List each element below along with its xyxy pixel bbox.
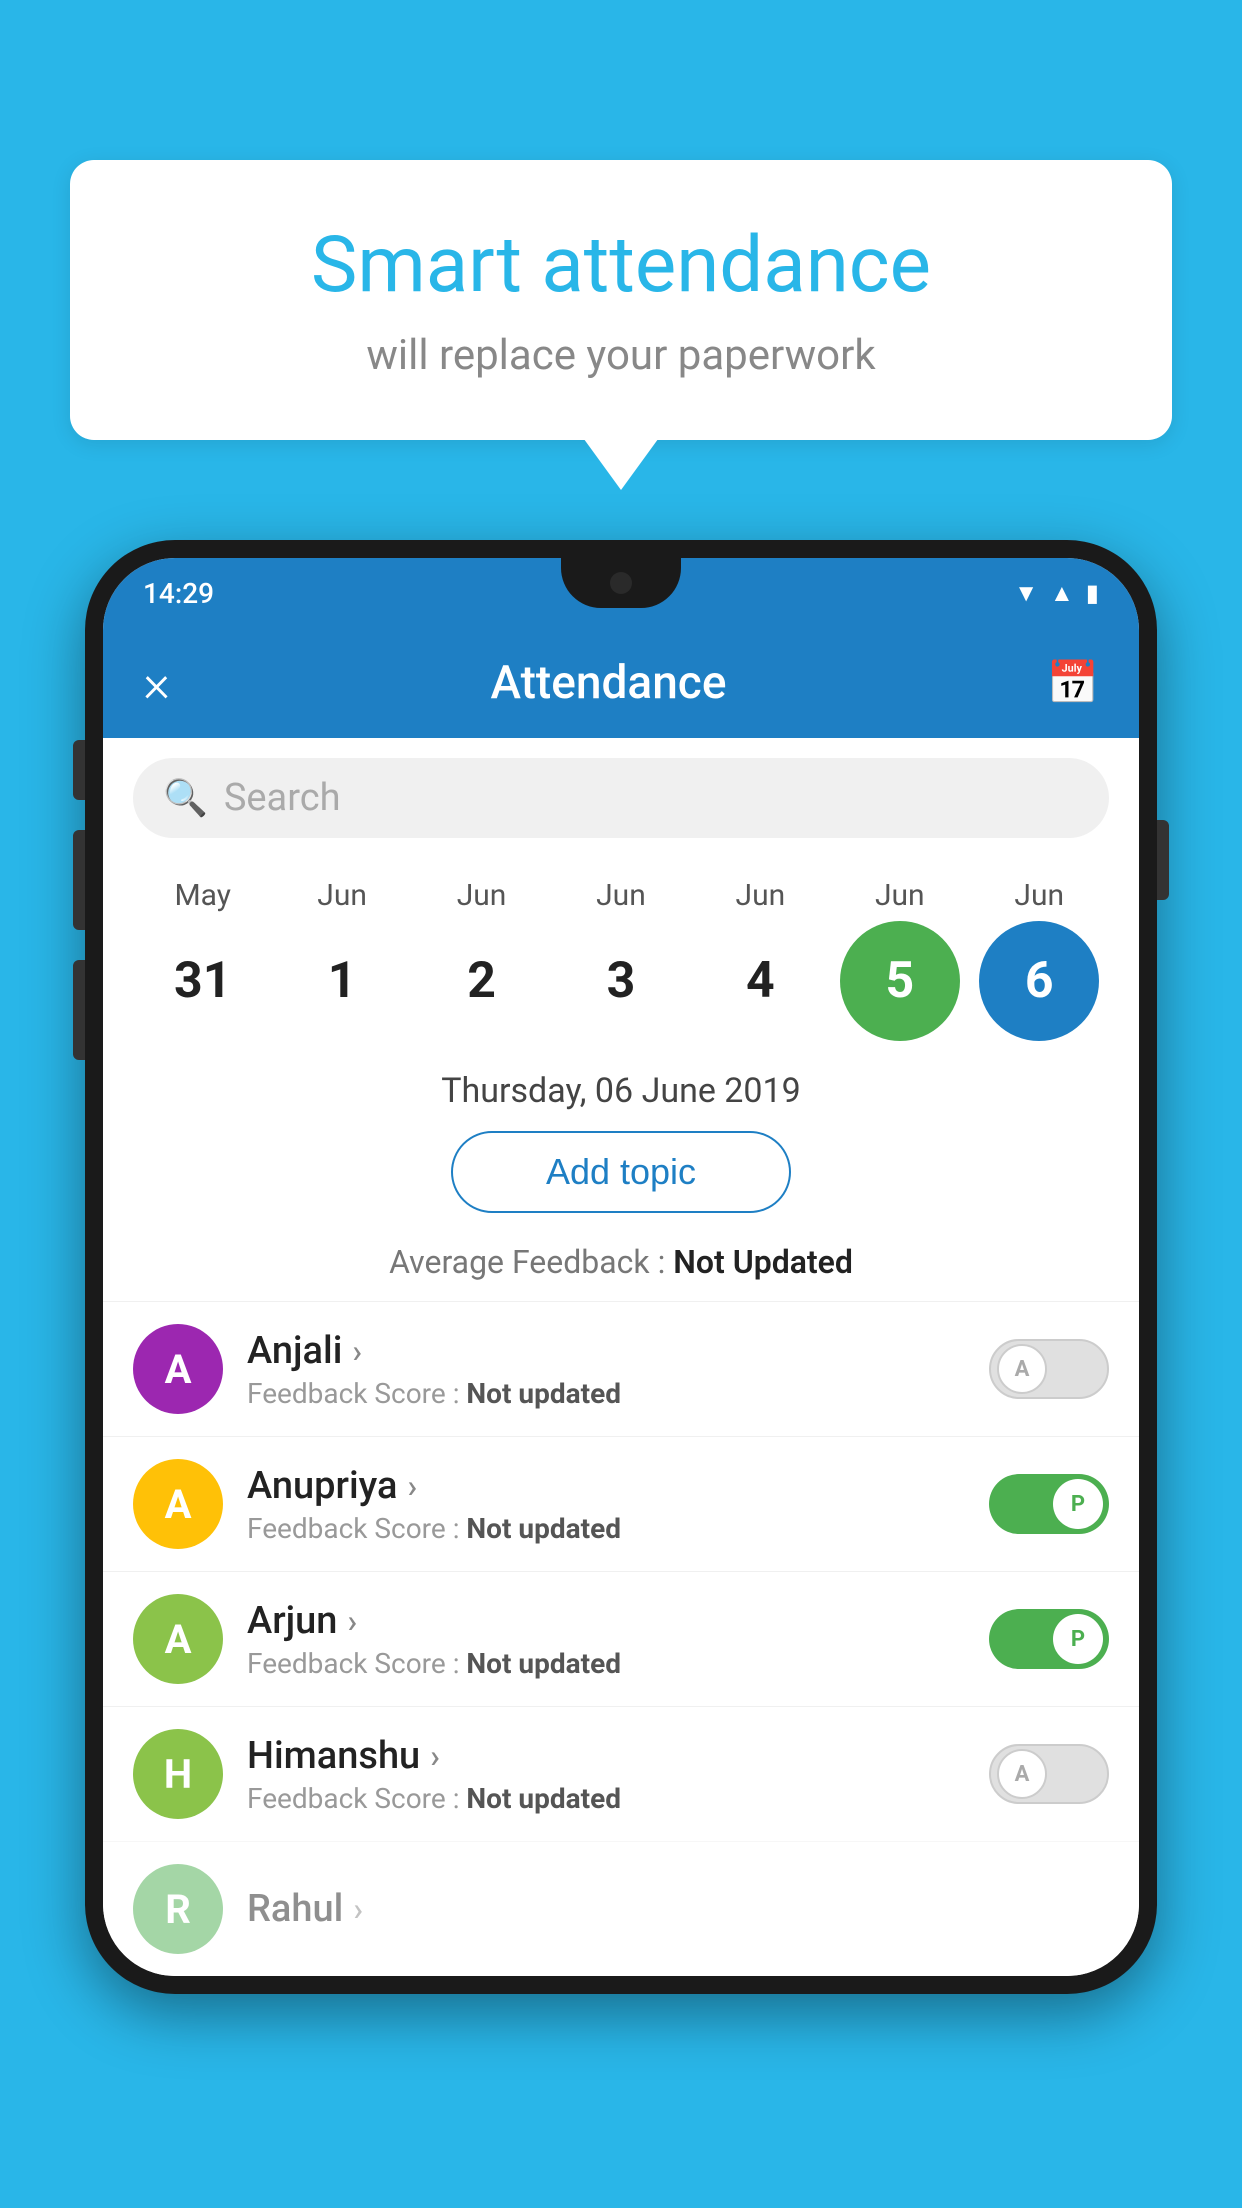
cal-date-2[interactable]: 2 [422,921,542,1041]
phone-screen: 14:29 ▼ ▲ ▮ × Attendance 📅 🔍 [103,558,1139,1976]
cal-date-4[interactable]: 4 [700,921,820,1041]
chevron-icon-partial: › [353,1890,363,1928]
add-topic-button[interactable]: Add topic [451,1131,791,1213]
volume-up-button [73,830,85,930]
student-item-anjali[interactable]: A Anjali › Feedback Score : Not updated … [103,1301,1139,1436]
student-feedback-himanshu: Feedback Score : Not updated [247,1782,965,1815]
chevron-icon: › [430,1737,440,1775]
battery-icon: ▮ [1086,579,1099,607]
student-item-anupriya[interactable]: A Anupriya › Feedback Score : Not update… [103,1436,1139,1571]
student-info-arjun: Arjun › Feedback Score : Not updated [247,1599,965,1680]
student-item-partial: R Rahul › [103,1841,1139,1976]
toggle-himanshu[interactable]: A [989,1744,1109,1804]
chevron-icon: › [352,1332,362,1370]
chevron-icon: › [407,1467,417,1505]
wifi-icon: ▼ [1014,579,1038,608]
calendar-strip: May Jun Jun Jun Jun Jun Jun 31 1 2 3 4 5… [103,858,1139,1051]
feedback-avg: Average Feedback : Not Updated [103,1233,1139,1301]
notch [561,558,681,608]
bubble-subtitle: will replace your paperwork [150,331,1092,380]
cal-month-4: Jun [700,878,820,913]
cal-date-6[interactable]: 6 [979,921,1099,1041]
student-item-himanshu[interactable]: H Himanshu › Feedback Score : Not update… [103,1706,1139,1841]
calendar-dates: 31 1 2 3 4 5 6 [133,921,1109,1041]
toggle-arjun[interactable]: P [989,1609,1109,1669]
cal-date-5[interactable]: 5 [840,921,960,1041]
avatar-partial: R [133,1864,223,1954]
toggle-knob-himanshu: A [997,1749,1047,1799]
cal-month-0: May [143,878,263,913]
student-name-arjun: Arjun › [247,1599,965,1643]
avatar-anupriya: A [133,1459,223,1549]
cal-month-5: Jun [840,878,960,913]
cal-month-3: Jun [561,878,681,913]
speech-bubble-container: Smart attendance will replace your paper… [70,160,1172,440]
avatar-arjun: A [133,1594,223,1684]
volume-down-button [73,960,85,1060]
student-info-himanshu: Himanshu › Feedback Score : Not updated [247,1734,965,1815]
search-bar[interactable]: 🔍 Search [133,758,1109,838]
student-feedback-anjali: Feedback Score : Not updated [247,1377,965,1410]
status-time: 14:29 [143,577,214,610]
student-info-anjali: Anjali › Feedback Score : Not updated [247,1329,965,1410]
avatar-anjali: A [133,1324,223,1414]
student-info-anupriya: Anupriya › Feedback Score : Not updated [247,1464,965,1545]
camera-dot [610,572,632,594]
cal-month-6: Jun [979,878,1099,913]
student-info-partial: Rahul › [247,1887,1109,1931]
toggle-knob-anupriya: P [1053,1479,1103,1529]
phone-wrapper: 14:29 ▼ ▲ ▮ × Attendance 📅 🔍 [85,540,1157,1994]
student-name-anupriya: Anupriya › [247,1464,965,1508]
toggle-knob-arjun: P [1053,1614,1103,1664]
cal-date-0[interactable]: 31 [143,921,263,1041]
toggle-anjali[interactable]: A [989,1339,1109,1399]
search-container: 🔍 Search [103,738,1139,858]
cal-date-1[interactable]: 1 [282,921,402,1041]
toggle-anupriya[interactable]: P [989,1474,1109,1534]
power-button [1157,820,1169,900]
student-feedback-anupriya: Feedback Score : Not updated [247,1512,965,1545]
student-name-anjali: Anjali › [247,1329,965,1373]
search-icon: 🔍 [163,777,208,819]
toolbar-title: Attendance [170,656,1046,710]
status-icons: ▼ ▲ ▮ [1014,579,1099,608]
cal-month-1: Jun [282,878,402,913]
status-bar: 14:29 ▼ ▲ ▮ [103,558,1139,628]
cal-month-2: Jun [422,878,542,913]
signal-icon: ▲ [1050,579,1074,608]
student-name-partial: Rahul › [247,1887,1109,1931]
student-item-arjun[interactable]: A Arjun › Feedback Score : Not updated P [103,1571,1139,1706]
chevron-icon: › [347,1602,357,1640]
date-label: Thursday, 06 June 2019 [103,1051,1139,1121]
cal-date-3[interactable]: 3 [561,921,681,1041]
calendar-months: May Jun Jun Jun Jun Jun Jun [133,878,1109,913]
student-list: A Anjali › Feedback Score : Not updated … [103,1301,1139,1976]
avatar-himanshu: H [133,1729,223,1819]
feedback-avg-label: Average Feedback : [389,1243,673,1281]
close-button[interactable]: × [143,653,170,714]
toggle-knob-anjali: A [997,1344,1047,1394]
phone-frame: 14:29 ▼ ▲ ▮ × Attendance 📅 🔍 [85,540,1157,1994]
speech-bubble: Smart attendance will replace your paper… [70,160,1172,440]
mute-button [73,740,85,800]
student-name-himanshu: Himanshu › [247,1734,965,1778]
feedback-avg-value: Not Updated [673,1243,853,1281]
search-placeholder: Search [224,776,341,820]
student-feedback-arjun: Feedback Score : Not updated [247,1647,965,1680]
calendar-icon[interactable]: 📅 [1047,659,1099,708]
app-toolbar: × Attendance 📅 [103,628,1139,738]
bubble-title: Smart attendance [150,220,1092,311]
